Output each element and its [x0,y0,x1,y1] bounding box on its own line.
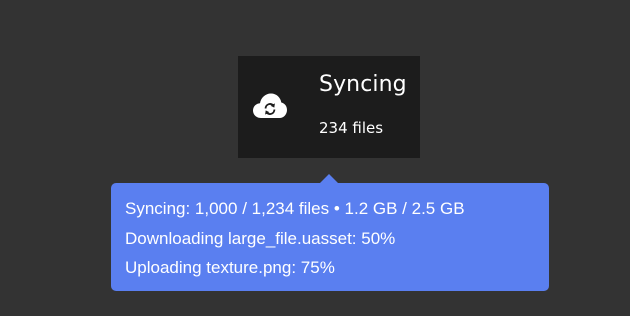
upload-status-line: Uploading texture.png: 75% [125,258,335,277]
sync-title: Syncing [319,72,407,97]
sync-progress-line: Syncing: 1,000 / 1,234 files • 1.2 GB / … [125,199,465,218]
tooltip-arrow [320,174,338,183]
sync-status-card[interactable]: Syncing 234 files [238,56,420,158]
sync-details-tooltip: Syncing: 1,000 / 1,234 files • 1.2 GB / … [111,174,549,291]
cloud-sync-icon [252,91,288,121]
download-status-line: Downloading large_file.uasset: 50% [125,228,396,248]
file-count: 234 files [319,119,384,137]
